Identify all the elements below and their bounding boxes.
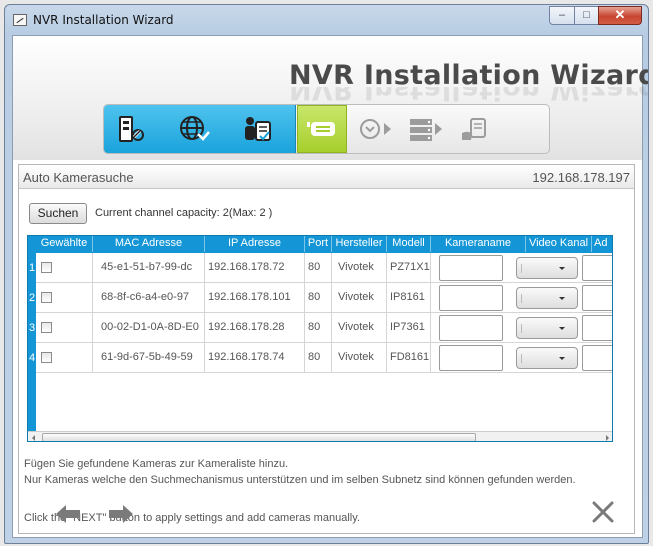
select-checkbox[interactable] bbox=[41, 292, 52, 303]
port-cell: 80 bbox=[305, 253, 332, 283]
wizard-header: NVR Installation Wizard NVR Installation… bbox=[13, 36, 648, 160]
select-cell bbox=[36, 343, 93, 373]
scroll-left-icon[interactable] bbox=[32, 435, 35, 441]
additional-input[interactable] bbox=[582, 315, 612, 341]
table-empty-area bbox=[36, 373, 612, 431]
wizard-client-area: NVR Installation Wizard NVR Installation… bbox=[12, 35, 648, 538]
column-header-vendor[interactable]: Hersteller bbox=[332, 236, 387, 252]
select-checkbox[interactable] bbox=[41, 352, 52, 363]
column-header-model[interactable]: Modell bbox=[387, 236, 431, 252]
additional-input[interactable] bbox=[582, 345, 612, 371]
model-cell: FD8161 bbox=[387, 343, 431, 373]
column-header-port[interactable]: Port bbox=[305, 236, 332, 252]
wizard-window: NVR Installation Wizard – □ ✕ NVR Instal… bbox=[4, 4, 649, 544]
step-arrow-icon bbox=[435, 123, 442, 135]
select-cell bbox=[36, 313, 93, 343]
table-row[interactable]: 00-02-D1-0A-8D-E0 192.168.178.28 80 Vivo… bbox=[36, 313, 612, 343]
video-channel-select[interactable] bbox=[516, 257, 578, 279]
chevron-down-icon bbox=[559, 357, 565, 360]
port-cell: 80 bbox=[305, 313, 332, 343]
device-gear-icon[interactable] bbox=[112, 113, 152, 145]
row-number: 1 bbox=[28, 262, 36, 274]
ip-cell: 192.168.178.101 bbox=[205, 283, 305, 313]
vendor-cell: Vivotek bbox=[332, 253, 387, 283]
column-header-video-channel[interactable]: Video Kanal bbox=[526, 236, 592, 252]
page-title-reflection: NVR Installation Wizard bbox=[289, 87, 649, 105]
window-title: NVR Installation Wizard bbox=[33, 13, 174, 27]
column-header-ip[interactable]: IP Adresse bbox=[205, 236, 305, 252]
user-document-icon[interactable] bbox=[238, 113, 278, 145]
select-cell bbox=[36, 283, 93, 313]
vendor-cell: Vivotek bbox=[332, 313, 387, 343]
maximize-button[interactable]: □ bbox=[574, 6, 599, 25]
info-text-2: Nur Kameras welche den Suchmechanismus u… bbox=[24, 474, 576, 486]
globe-network-icon[interactable] bbox=[175, 113, 215, 145]
panel-header: Auto Kamerasuche 192.168.178.197 bbox=[19, 165, 634, 189]
video-channel-select[interactable] bbox=[516, 287, 578, 309]
arrow-right-icon[interactable] bbox=[108, 504, 134, 524]
column-header-more[interactable]: Ad bbox=[592, 236, 612, 252]
close-icon[interactable] bbox=[591, 500, 615, 524]
camera-name-input[interactable] bbox=[439, 285, 503, 311]
camera-table: Gewählte MAC Adresse IP Adresse Port Her… bbox=[27, 235, 613, 442]
wizard-steps bbox=[103, 104, 550, 154]
port-cell: 80 bbox=[305, 283, 332, 313]
model-cell: IP7361 bbox=[387, 313, 431, 343]
minimize-button[interactable]: – bbox=[549, 6, 575, 25]
horizontal-scrollbar[interactable] bbox=[28, 431, 612, 441]
chevron-down-icon bbox=[559, 327, 565, 330]
mac-cell: 68-8f-c6-a4-e0-97 bbox=[93, 283, 205, 313]
camera-search-icon[interactable] bbox=[302, 113, 342, 145]
vendor-cell: Vivotek bbox=[332, 283, 387, 313]
row-number: 3 bbox=[28, 322, 36, 334]
table-row[interactable]: 45-e1-51-b7-99-dc 192.168.178.72 80 Vivo… bbox=[36, 253, 612, 283]
additional-input[interactable] bbox=[582, 285, 612, 311]
camera-name-input[interactable] bbox=[439, 315, 503, 341]
scrollbar-thumb[interactable] bbox=[42, 433, 476, 441]
server-ip: 192.168.178.197 bbox=[532, 170, 630, 185]
select-cell bbox=[36, 253, 93, 283]
mac-cell: 61-9d-67-5b-49-59 bbox=[93, 343, 205, 373]
video-channel-select[interactable] bbox=[516, 317, 578, 339]
port-cell: 80 bbox=[305, 343, 332, 373]
mac-cell: 00-02-D1-0A-8D-E0 bbox=[93, 313, 205, 343]
ip-cell: 192.168.178.74 bbox=[205, 343, 305, 373]
finish-hand-icon[interactable] bbox=[457, 113, 497, 145]
panel-title: Auto Kamerasuche bbox=[23, 170, 134, 185]
video-channel-select[interactable] bbox=[516, 347, 578, 369]
search-button[interactable]: Suchen bbox=[29, 203, 87, 224]
step-arrow-icon bbox=[384, 123, 391, 135]
chevron-down-icon bbox=[559, 297, 565, 300]
column-header-mac[interactable]: MAC Adresse bbox=[93, 236, 205, 252]
title-bar: NVR Installation Wizard – □ ✕ bbox=[5, 5, 648, 35]
column-header-selected[interactable]: Gewählte bbox=[36, 236, 93, 252]
table-row[interactable]: 61-9d-67-5b-49-59 192.168.178.74 80 Vivo… bbox=[36, 343, 612, 373]
column-header-camera-name[interactable]: Kameraname bbox=[431, 236, 526, 252]
ip-cell: 192.168.178.28 bbox=[205, 313, 305, 343]
app-icon bbox=[13, 14, 27, 26]
model-cell: PZ71X1 bbox=[387, 253, 431, 283]
vendor-cell: Vivotek bbox=[332, 343, 387, 373]
model-cell: IP8161 bbox=[387, 283, 431, 313]
row-number: 2 bbox=[28, 292, 36, 304]
camera-name-input[interactable] bbox=[439, 255, 503, 281]
additional-input[interactable] bbox=[582, 255, 612, 281]
info-text-1: Fügen Sie gefundene Kameras zur Kamerali… bbox=[24, 458, 289, 470]
scroll-right-icon[interactable] bbox=[606, 435, 609, 441]
chevron-down-icon bbox=[559, 267, 565, 270]
channel-capacity-text: Current channel capacity: 2(Max: 2 ) bbox=[95, 207, 273, 219]
close-window-button[interactable]: ✕ bbox=[598, 6, 642, 25]
select-checkbox[interactable] bbox=[41, 262, 52, 273]
ip-cell: 192.168.178.72 bbox=[205, 253, 305, 283]
arrow-left-icon[interactable] bbox=[55, 504, 81, 524]
mac-cell: 45-e1-51-b7-99-dc bbox=[93, 253, 205, 283]
select-checkbox[interactable] bbox=[41, 322, 52, 333]
auto-search-panel: Auto Kamerasuche 192.168.178.197 Suchen … bbox=[18, 164, 635, 534]
camera-name-input[interactable] bbox=[439, 345, 503, 371]
table-row[interactable]: 68-8f-c6-a4-e0-97 192.168.178.101 80 Viv… bbox=[36, 283, 612, 313]
row-number: 4 bbox=[28, 352, 36, 364]
